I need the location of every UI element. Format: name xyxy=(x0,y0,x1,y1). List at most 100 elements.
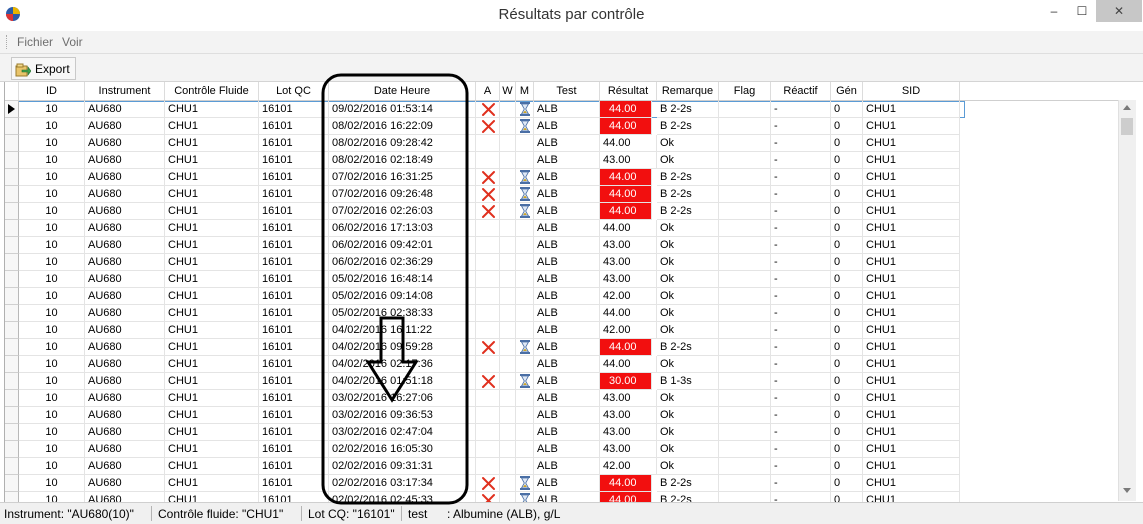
row-selector[interactable] xyxy=(5,288,19,305)
row-selector[interactable] xyxy=(5,390,19,407)
column-header[interactable]: Flag xyxy=(719,82,771,100)
column-header[interactable]: Réactif xyxy=(771,82,831,100)
row-selector[interactable] xyxy=(5,220,19,237)
table-row[interactable]: 10 AU680 CHU1 16101 06/02/2016 02:36:29 ALB 43… xyxy=(5,254,965,271)
row-selector[interactable] xyxy=(5,152,19,169)
cell-gen: 0 xyxy=(831,118,863,135)
column-header[interactable]: M xyxy=(516,82,534,100)
table-row[interactable]: 10 AU680 CHU1 16101 02/02/2016 09:31:31 ALB 42… xyxy=(5,458,965,475)
table-row[interactable]: 10 AU680 CHU1 16101 04/02/2016 01:51:18 ALB 30… xyxy=(5,373,965,390)
column-header[interactable]: Remarque xyxy=(657,82,719,100)
row-selector-current[interactable] xyxy=(5,101,19,118)
cell-remark: Ok xyxy=(657,322,719,339)
cell-gen: 0 xyxy=(831,135,863,152)
table-row[interactable]: 10 AU680 CHU1 16101 07/02/2016 02:26:03 ALB 44… xyxy=(5,203,965,220)
column-header[interactable]: Gén xyxy=(831,82,863,100)
scroll-thumb[interactable] xyxy=(1121,118,1133,135)
row-selector[interactable] xyxy=(5,135,19,152)
table-row[interactable]: 10 AU680 CHU1 16101 05/02/2016 02:38:33 ALB 44… xyxy=(5,305,965,322)
column-header[interactable]: Lot QC xyxy=(259,82,329,100)
cell-lot: 16101 xyxy=(259,458,329,475)
menu-voir[interactable]: Voir xyxy=(62,35,83,49)
cell-flag xyxy=(719,118,771,135)
cell-instrument: AU680 xyxy=(85,492,165,502)
table-row[interactable]: 10 AU680 CHU1 16101 04/02/2016 16:11:22 ALB 42… xyxy=(5,322,965,339)
export-button[interactable]: Export xyxy=(11,57,76,80)
column-header[interactable]: Résultat xyxy=(600,82,657,100)
vertical-scrollbar[interactable] xyxy=(1118,100,1136,501)
hourglass-icon xyxy=(520,476,530,490)
column-header[interactable]: ID xyxy=(19,82,85,100)
cell-date: 09/02/2016 01:53:14 xyxy=(329,101,476,118)
table-row[interactable]: 10 AU680 CHU1 16101 08/02/2016 09:28:42 ALB 44… xyxy=(5,135,965,152)
cell-remark: Ok xyxy=(657,152,719,169)
cell-sid: CHU1 xyxy=(863,424,960,441)
row-selector[interactable] xyxy=(5,424,19,441)
table-row[interactable]: 10 AU680 CHU1 16101 05/02/2016 09:14:08 ALB 42… xyxy=(5,288,965,305)
table-row[interactable]: 10 AU680 CHU1 16101 07/02/2016 16:31:25 ALB 44… xyxy=(5,169,965,186)
table-row[interactable]: 10 AU680 CHU1 16101 04/02/2016 09:59:28 ALB 44… xyxy=(5,339,965,356)
menu-fichier[interactable]: Fichier xyxy=(17,35,53,49)
cell-w xyxy=(500,475,516,492)
table-row[interactable]: 10 AU680 CHU1 16101 06/02/2016 17:13:03 ALB 44… xyxy=(5,220,965,237)
row-selector[interactable] xyxy=(5,118,19,135)
table-row[interactable]: 10 AU680 CHU1 16101 06/02/2016 09:42:01 ALB 43… xyxy=(5,237,965,254)
maximize-button[interactable]: ☐ xyxy=(1068,0,1096,22)
table-row[interactable]: 10 AU680 CHU1 16101 03/02/2016 16:27:06 ALB 43… xyxy=(5,390,965,407)
table-row[interactable]: 10 AU680 CHU1 16101 07/02/2016 09:26:48 ALB 44… xyxy=(5,186,965,203)
table-row[interactable]: 10 AU680 CHU1 16101 02/02/2016 02:45:33 ALB 44… xyxy=(5,492,965,502)
cell-gen: 0 xyxy=(831,441,863,458)
row-selector[interactable] xyxy=(5,169,19,186)
column-header[interactable]: SID xyxy=(863,82,960,100)
column-header[interactable]: Contrôle Fluide xyxy=(165,82,259,100)
row-selector[interactable] xyxy=(5,305,19,322)
row-selector[interactable] xyxy=(5,458,19,475)
table-row[interactable]: 10 AU680 CHU1 16101 05/02/2016 16:48:14 ALB 43… xyxy=(5,271,965,288)
cell-fluid: CHU1 xyxy=(165,305,259,322)
table-row[interactable]: 10 AU680 CHU1 16101 02/02/2016 03:17:34 ALB 44… xyxy=(5,475,965,492)
cell-date: 05/02/2016 16:48:14 xyxy=(329,271,476,288)
cell-reagent: - xyxy=(771,152,831,169)
row-selector[interactable] xyxy=(5,203,19,220)
cell-sid: CHU1 xyxy=(863,288,960,305)
row-selector[interactable] xyxy=(5,492,19,502)
row-selector[interactable] xyxy=(5,254,19,271)
close-button[interactable]: ✕ xyxy=(1096,0,1142,22)
row-selector[interactable] xyxy=(5,407,19,424)
row-selector[interactable] xyxy=(5,441,19,458)
cell-w xyxy=(500,356,516,373)
cell-test: ALB xyxy=(534,458,600,475)
column-header[interactable]: Date Heure xyxy=(329,82,476,100)
column-header[interactable]: Instrument xyxy=(85,82,165,100)
results-grid[interactable]: ID Instrument Contrôle Fluide Lot QC Date He… xyxy=(4,82,1136,502)
cell-result: 43.00 xyxy=(600,441,657,458)
row-selector[interactable] xyxy=(5,373,19,390)
scroll-down-arrow-icon[interactable] xyxy=(1123,488,1131,493)
column-header[interactable]: A xyxy=(476,82,500,100)
cell-id: 10 xyxy=(19,152,85,169)
table-row[interactable]: 10 AU680 CHU1 16101 09/02/2016 01:53:14 ALB 44… xyxy=(5,101,965,118)
table-row[interactable]: 10 AU680 CHU1 16101 03/02/2016 02:47:04 ALB 43… xyxy=(5,424,965,441)
scroll-up-arrow-icon[interactable] xyxy=(1123,105,1131,110)
row-selector[interactable] xyxy=(5,356,19,373)
table-row[interactable]: 10 AU680 CHU1 16101 08/02/2016 16:22:09 ALB 44… xyxy=(5,118,965,135)
row-selector[interactable] xyxy=(5,237,19,254)
row-selector[interactable] xyxy=(5,322,19,339)
table-row[interactable]: 10 AU680 CHU1 16101 04/02/2016 02:17:36 ALB 44… xyxy=(5,356,965,373)
cell-id: 10 xyxy=(19,475,85,492)
table-row[interactable]: 10 AU680 CHU1 16101 08/02/2016 02:18:49 ALB 43… xyxy=(5,152,965,169)
column-header[interactable]: W xyxy=(500,82,516,100)
row-selector[interactable] xyxy=(5,475,19,492)
row-selector[interactable] xyxy=(5,339,19,356)
column-header[interactable]: Test xyxy=(534,82,600,100)
table-row[interactable]: 10 AU680 CHU1 16101 03/02/2016 09:36:53 ALB 43… xyxy=(5,407,965,424)
table-row[interactable]: 10 AU680 CHU1 16101 02/02/2016 16:05:30 ALB 43… xyxy=(5,441,965,458)
cell-gen: 0 xyxy=(831,237,863,254)
hourglass-icon xyxy=(520,119,530,133)
row-selector[interactable] xyxy=(5,271,19,288)
cell-w xyxy=(500,339,516,356)
cell-instrument: AU680 xyxy=(85,271,165,288)
cell-a xyxy=(476,373,500,390)
row-selector[interactable] xyxy=(5,186,19,203)
minimize-button[interactable]: – xyxy=(1040,0,1068,22)
